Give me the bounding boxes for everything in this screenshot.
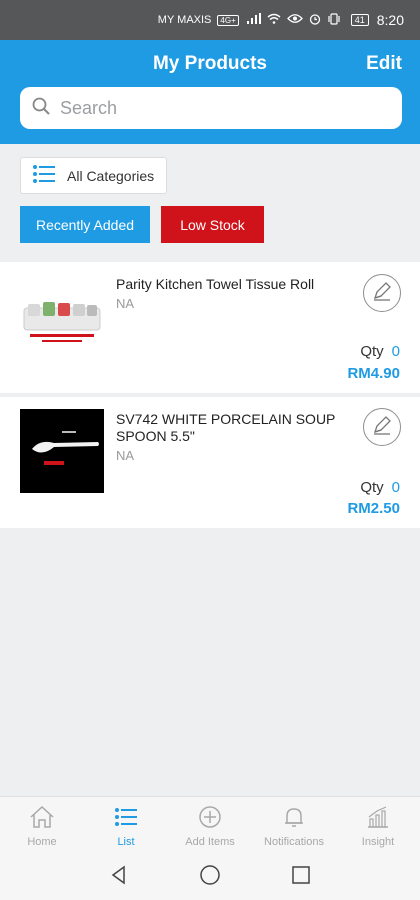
tab-label: Notifications (264, 836, 324, 848)
wifi-icon (267, 13, 281, 27)
tab-label: Add Items (185, 836, 235, 848)
chart-icon (365, 805, 391, 836)
tab-label: List (117, 836, 135, 848)
status-bar: MY MAXIS 4G+ 41 8:20 (0, 0, 420, 40)
product-price: RM2.50 (347, 500, 400, 517)
clock: 8:20 (376, 12, 404, 28)
product-name: Parity Kitchen Towel Tissue Roll (116, 276, 315, 292)
home-circle-icon[interactable] (199, 864, 221, 891)
list-icon (113, 805, 139, 836)
qty-label: Qty (360, 343, 384, 360)
tab-label: Insight (361, 836, 395, 848)
system-nav-bar (0, 855, 420, 900)
product-price: RM4.90 (347, 365, 400, 382)
vibrate-icon (327, 12, 341, 28)
edit-button[interactable]: Edit (366, 53, 402, 75)
tab-notifications[interactable]: Notifications (252, 797, 336, 855)
back-icon[interactable] (109, 865, 129, 890)
bell-icon (281, 805, 307, 836)
tab-home[interactable]: Home (0, 797, 84, 855)
pencil-icon (371, 280, 393, 307)
product-image (20, 284, 104, 368)
alarm-icon (309, 13, 321, 28)
product-sku: NA (116, 448, 135, 463)
search-icon (32, 97, 50, 120)
tab-add-items[interactable]: Add Items (168, 797, 252, 855)
network-badge: 4G+ (217, 14, 239, 26)
qty-value: 0 (391, 343, 400, 360)
tab-insight[interactable]: Insight (336, 797, 420, 855)
battery-indicator: 41 (350, 14, 369, 26)
category-label: All Categories (67, 167, 155, 184)
plus-circle-icon (197, 805, 223, 836)
carrier-name: MY MAXIS (157, 14, 212, 26)
qty-value: 0 (391, 479, 400, 496)
pencil-icon (371, 414, 393, 441)
search-bar[interactable] (20, 87, 402, 129)
quantity: Qty 0 (360, 479, 400, 496)
product-card[interactable]: Parity Kitchen Towel Tissue Roll NA Qty 0… (0, 262, 420, 393)
recents-icon[interactable] (291, 865, 311, 890)
edit-product-button[interactable] (363, 274, 401, 312)
low-stock-button[interactable]: Low Stock (161, 206, 264, 243)
search-input[interactable] (60, 97, 360, 119)
home-icon (29, 805, 55, 836)
edit-product-button[interactable] (363, 408, 401, 446)
tab-list[interactable]: List (84, 797, 168, 855)
signal-icon (246, 13, 261, 27)
qty-label: Qty (360, 479, 384, 496)
recently-added-button[interactable]: Recently Added (20, 206, 150, 243)
category-selector[interactable]: All Categories (20, 157, 167, 194)
quantity: Qty 0 (360, 343, 400, 360)
app-header: My Products Edit (0, 40, 420, 144)
product-name: SV742 WHITE PORCELAIN SOUP SPOON 5.5" (116, 411, 336, 444)
tab-label: Home (27, 836, 57, 848)
bottom-tab-bar: Home List Add Items Notifications Insigh… (0, 796, 420, 855)
page-title: My Products (152, 53, 268, 74)
list-icon (33, 165, 55, 186)
product-sku: NA (116, 296, 135, 311)
product-image (20, 409, 104, 493)
eye-icon (286, 13, 303, 27)
product-card[interactable]: SV742 WHITE PORCELAIN SOUP SPOON 5.5" NA… (0, 397, 420, 528)
